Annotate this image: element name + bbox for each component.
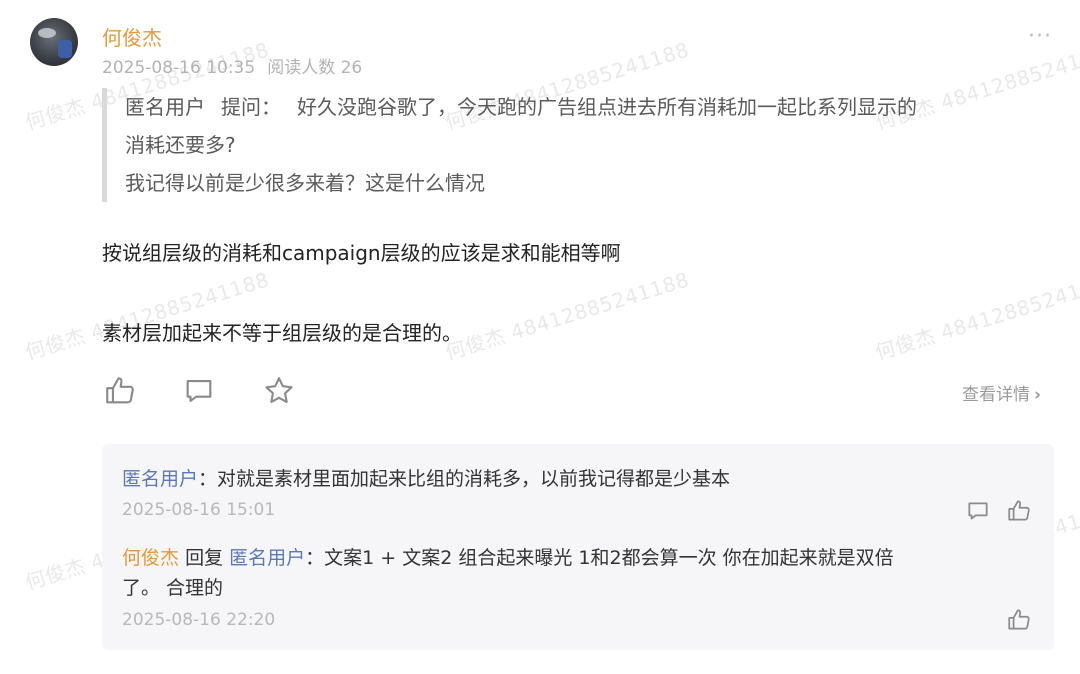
answer-paragraph: 按说组层级的消耗和campaign层级的应该是求和能相等啊 <box>102 241 621 265</box>
comment-text: 文案1 + 文案2 组合起来曝光 1和2都会算一次 你在加起来就是双倍 <box>324 547 894 569</box>
avatar[interactable] <box>30 18 78 66</box>
question-label: 提问： <box>221 95 281 119</box>
star-icon <box>265 377 293 403</box>
comment-user[interactable]: 何俊杰 <box>122 547 179 569</box>
thumbs-up-icon <box>1008 500 1030 521</box>
thumbs-up-icon <box>1008 609 1030 630</box>
chevron-right-icon: › <box>1034 385 1042 405</box>
comment-button[interactable] <box>182 374 216 408</box>
post-date: 2025-08-16 10:35 <box>102 58 256 78</box>
question-text: 消耗还要多? <box>125 133 236 157</box>
watermark: 何俊杰 48412885241188 <box>872 267 1080 365</box>
reply-to-user[interactable]: 匿名用户 <box>229 547 305 569</box>
quoted-question: 匿名用户 提问： 好久没跑谷歌了，今天跑的广告组点进去所有消耗加一起比系列显示的 消… <box>102 88 1075 202</box>
reply-word: 回复 <box>185 547 224 569</box>
watermark: 何俊杰 48412885241188 <box>22 267 272 365</box>
favorite-button[interactable] <box>262 374 296 408</box>
comment-like-button[interactable] <box>1006 498 1032 524</box>
read-count: 阅读人数 26 <box>267 58 363 78</box>
view-details-label: 查看详情 <box>962 385 1030 405</box>
author-name[interactable]: 何俊杰 <box>102 22 162 51</box>
comment-1-body: 匿名用户：对就是素材里面加起来比组的消耗多，以前我记得都是少基本 <box>122 468 731 490</box>
question-text: 好久没跑谷歌了，今天跑的广告组点进去所有消耗加一起比系列显示的 <box>297 95 917 119</box>
comment-2-body: 何俊杰 回复 匿名用户：文案1 + 文案2 组合起来曝光 1和2都会算一次 你在… <box>122 543 1022 603</box>
comment-time: 2025-08-16 15:01 <box>122 500 276 520</box>
comment-user[interactable]: 匿名用户 <box>122 468 198 490</box>
reply-button[interactable] <box>965 498 991 524</box>
comment-text: 对就是素材里面加起来比组的消耗多，以前我记得都是少基本 <box>217 468 731 490</box>
question-text: 我记得以前是少很多来着？这是什么情况 <box>125 171 485 195</box>
comment-time: 2025-08-16 22:20 <box>122 610 276 630</box>
comment-icon <box>968 502 988 520</box>
comment-like-button[interactable] <box>1006 607 1032 633</box>
watermark: 何俊杰 48412885241188 <box>442 267 692 365</box>
question-line: 匿名用户 提问： 好久没跑谷歌了，今天跑的广告组点进去所有消耗加一起比系列显示的 <box>125 88 1075 126</box>
thumbs-up-icon <box>106 377 134 404</box>
answer-paragraph: 素材层加起来不等于组层级的是合理的。 <box>102 321 462 345</box>
view-details-link[interactable]: 查看详情 › <box>962 380 1041 405</box>
post-meta: 2025-08-16 10:35 阅读人数 26 <box>102 53 374 78</box>
like-button[interactable] <box>103 374 137 408</box>
more-options-button[interactable]: ··· <box>1028 24 1052 49</box>
comment-icon <box>186 380 212 402</box>
asker-name: 匿名用户 <box>125 95 205 119</box>
comment-text: 了。 合理的 <box>122 577 224 599</box>
